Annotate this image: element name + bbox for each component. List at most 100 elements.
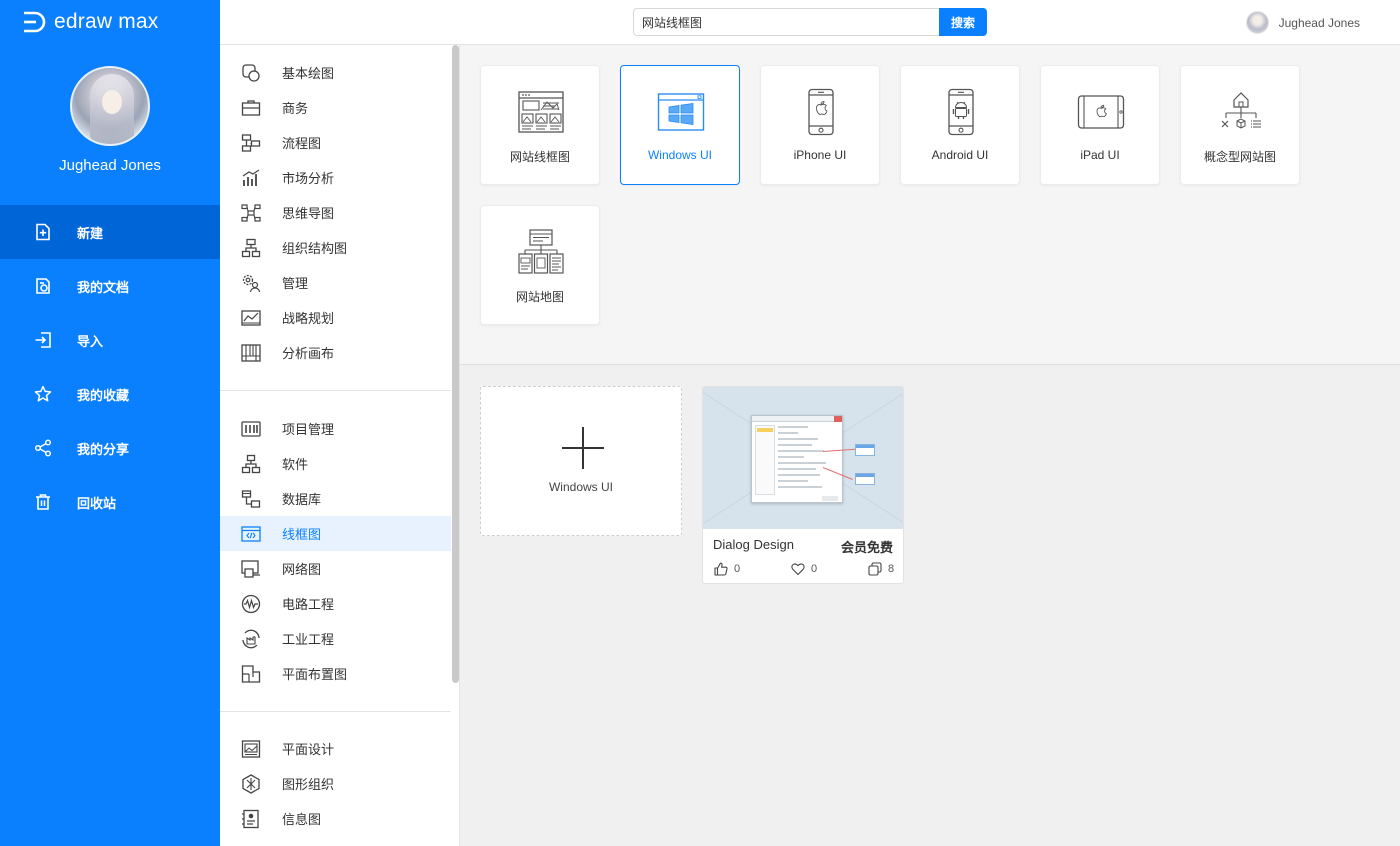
org-chart-icon (241, 238, 261, 258)
left-sidebar: edraw max Jughead Jones 新建 我的文档 导入 我的收藏 … (0, 0, 220, 846)
category-item-software[interactable]: 软件 (220, 446, 451, 481)
category-item-graphic-design[interactable]: 平面设计 (220, 731, 451, 766)
sidebar-item-share[interactable]: 我的分享 (0, 421, 220, 475)
category-label: 组织结构图 (282, 241, 348, 256)
category-label: 图形组织 (282, 777, 335, 792)
template-thumbnail (703, 387, 903, 529)
industrial-icon (241, 629, 261, 649)
sidebar-item-trash[interactable]: 回收站 (0, 475, 220, 529)
template-type-label: 网站线框图 (509, 150, 570, 164)
sidebar-item-new[interactable]: 新建 (0, 205, 220, 259)
category-item-org[interactable]: 组织结构图 (220, 230, 451, 265)
graphic-design-icon (241, 739, 261, 759)
template-card[interactable]: Dialog Design 会员免费 0 0 8 (702, 386, 904, 584)
circuit-icon (241, 594, 261, 614)
template-type-website-wireframe[interactable]: 网站线框图 (480, 65, 600, 185)
bar-chart-icon (241, 168, 261, 188)
category-divider (220, 390, 451, 391)
template-type-windows-ui[interactable]: Windows UI (620, 65, 740, 185)
search-input[interactable] (633, 8, 939, 36)
category-group-design: 平面设计 图形组织 信息图 (220, 731, 451, 836)
category-item-business[interactable]: 商务 (220, 90, 451, 125)
profile-avatar[interactable] (70, 66, 150, 146)
category-item-mindmap[interactable]: 思维导图 (220, 195, 451, 230)
category-item-canvas[interactable]: 分析画布 (220, 335, 451, 370)
category-label: 网络图 (282, 562, 322, 577)
sidebar-item-documents[interactable]: 我的文档 (0, 259, 220, 313)
category-label: 平面布置图 (282, 667, 348, 682)
category-item-flowchart[interactable]: 流程图 (220, 125, 451, 160)
plus-icon (562, 427, 604, 469)
category-item-industrial[interactable]: 工业工程 (220, 621, 451, 656)
top-bar: 搜索 Jughead Jones (220, 0, 1400, 45)
search-button[interactable]: 搜索 (939, 8, 987, 36)
database-icon (241, 489, 261, 509)
category-item-network[interactable]: 网络图 (220, 551, 451, 586)
category-item-circuit[interactable]: 电路工程 (220, 586, 451, 621)
category-label: 管理 (282, 276, 309, 291)
sidebar-item-label: 我的收藏 (77, 387, 130, 403)
template-type-concept-sitemap[interactable]: 概念型网站图 (1180, 65, 1300, 185)
category-divider (220, 711, 451, 712)
category-item-market[interactable]: 市场分析 (220, 160, 451, 195)
network-icon (241, 559, 261, 579)
member-free-badge: 会员免费 (840, 540, 893, 555)
app-logo[interactable]: edraw max (22, 10, 159, 34)
heart-icon (791, 563, 805, 576)
category-scrollbar[interactable] (452, 45, 459, 683)
category-label: 线框图 (282, 527, 322, 542)
category-label: 市场分析 (282, 171, 335, 186)
software-icon (241, 454, 261, 474)
template-type-iphone-ui[interactable]: iPhone UI (760, 65, 880, 185)
category-group-general: 基本绘图 商务 流程图 市场分析 思维导图 组织结构图 管理 战略规划 分析画布 (220, 55, 451, 370)
graphic-organizer-icon (241, 773, 261, 794)
website-wireframe-icon (517, 88, 565, 136)
template-type-sitemap[interactable]: 网站地图 (480, 205, 600, 325)
category-item-management[interactable]: 管理 (220, 265, 451, 300)
top-user-menu[interactable]: Jughead Jones (1245, 11, 1360, 34)
category-label: 基本绘图 (282, 66, 335, 81)
category-item-wireframe[interactable]: 线框图 (220, 516, 451, 551)
category-item-graphic-organizer[interactable]: 图形组织 (220, 766, 451, 801)
favorite-button[interactable]: 0 (791, 562, 817, 576)
sidebar-item-label: 我的分享 (77, 441, 130, 457)
category-item-database[interactable]: 数据库 (220, 481, 451, 516)
sidebar-item-label: 回收站 (77, 495, 117, 511)
category-label: 电路工程 (282, 597, 335, 612)
category-panel: 基本绘图 商务 流程图 市场分析 思维导图 组织结构图 管理 战略规划 分析画布… (220, 45, 460, 846)
floorplan-icon (241, 664, 261, 684)
copy-count: 8 (888, 563, 895, 575)
template-type-label: 概念型网站图 (1203, 150, 1276, 164)
category-item-floorplan[interactable]: 平面布置图 (220, 656, 451, 691)
sidebar-item-label: 我的文档 (77, 279, 130, 295)
logo-text: edraw max (54, 10, 159, 33)
category-item-project[interactable]: 项目管理 (220, 411, 451, 446)
share-icon (34, 439, 52, 457)
copy-button[interactable]: 8 (868, 562, 894, 576)
category-label: 平面设计 (282, 742, 335, 757)
sidebar-nav: 新建 我的文档 导入 我的收藏 我的分享 回收站 (0, 205, 220, 529)
avatar[interactable] (1245, 11, 1269, 34)
category-label: 软件 (282, 457, 309, 472)
new-blank-template-card[interactable]: Windows UI (480, 386, 682, 536)
top-user-name: Jughead Jones (1278, 15, 1360, 30)
canvas-icon (241, 343, 261, 363)
category-item-basic[interactable]: 基本绘图 (220, 55, 451, 90)
sidebar-item-label: 新建 (77, 225, 104, 241)
star-icon (34, 385, 52, 403)
like-button[interactable]: 0 (714, 562, 740, 576)
documents-icon (34, 277, 52, 295)
category-item-infographic[interactable]: 信息图 (220, 801, 451, 836)
template-type-ipad-ui[interactable]: iPad UI (1040, 65, 1160, 185)
new-file-icon (34, 223, 52, 241)
template-type-area: 网站线框图 Windows UI iPhone UI Android UI iP… (460, 45, 1400, 365)
wireframe-icon (241, 524, 261, 544)
category-label: 商务 (282, 101, 309, 116)
template-type-android-ui[interactable]: Android UI (900, 65, 1020, 185)
sidebar-item-import[interactable]: 导入 (0, 313, 220, 367)
sitemap-icon (517, 228, 565, 276)
category-label: 流程图 (282, 136, 322, 151)
category-item-strategy[interactable]: 战略规划 (220, 300, 451, 335)
sidebar-item-favorites[interactable]: 我的收藏 (0, 367, 220, 421)
search-bar: 搜索 (633, 8, 987, 36)
